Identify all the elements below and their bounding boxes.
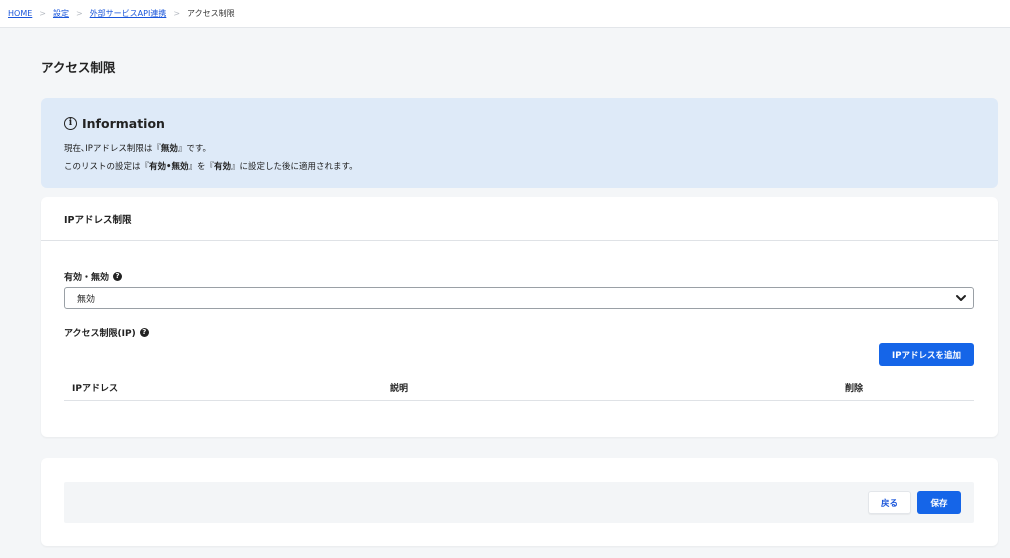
question-circle-icon[interactable]: ? bbox=[139, 328, 149, 337]
breadcrumb-separator: > bbox=[75, 9, 83, 18]
actions-card: 戻る 保存 bbox=[41, 458, 998, 546]
column-description: 説明 bbox=[390, 384, 409, 394]
breadcrumb-settings[interactable]: 設定 bbox=[53, 8, 69, 19]
enable-select[interactable]: 無効 bbox=[64, 287, 974, 309]
breadcrumb-external-api[interactable]: 外部サービスAPI連携 bbox=[90, 8, 167, 19]
breadcrumb-separator: > bbox=[39, 9, 46, 18]
info-circle-icon: i bbox=[64, 117, 77, 130]
column-ip-address: IPアドレス bbox=[72, 384, 118, 394]
breadcrumb-separator: > bbox=[173, 9, 181, 18]
page-title: アクセス制限 bbox=[41, 60, 116, 75]
enable-select-value: 無効 bbox=[77, 294, 96, 305]
question-circle-icon[interactable]: ? bbox=[113, 272, 123, 281]
info-box: i Information 現在､IPアドレス制限は『無効』です。 このリストの… bbox=[41, 98, 998, 188]
chevron-down-icon bbox=[956, 295, 966, 301]
save-button[interactable]: 保存 bbox=[917, 491, 961, 514]
ip-table-header: IPアドレス 説明 削除 bbox=[64, 373, 974, 401]
info-title: i Information bbox=[64, 116, 998, 131]
column-delete: 削除 bbox=[845, 384, 864, 394]
breadcrumb-current: アクセス制限 bbox=[187, 9, 235, 18]
breadcrumb-home[interactable]: HOME bbox=[8, 9, 32, 18]
access-ip-label: アクセス制限(IP) ? bbox=[64, 326, 149, 339]
ip-restriction-card: IPアドレス制限 有効・無効 ? 無効 アクセス制限(IP) ? IPアドレスを… bbox=[41, 197, 998, 437]
back-button[interactable]: 戻る bbox=[868, 491, 911, 514]
add-ip-button[interactable]: IPアドレスを追加 bbox=[879, 343, 974, 366]
actions-bar: 戻る 保存 bbox=[64, 482, 974, 523]
card-header: IPアドレス制限 bbox=[41, 197, 998, 241]
enable-field-label: 有効・無効 ? bbox=[64, 270, 123, 283]
breadcrumb: HOME > 設定 > 外部サービスAPI連携 > アクセス制限 bbox=[0, 0, 1010, 28]
info-line-apply: このリストの設定は『有効•無効』を『有効』に設定した後に適用されます。 bbox=[64, 162, 358, 172]
info-title-text: Information bbox=[82, 116, 165, 131]
info-line-status: 現在､IPアドレス制限は『無効』です。 bbox=[64, 144, 212, 154]
